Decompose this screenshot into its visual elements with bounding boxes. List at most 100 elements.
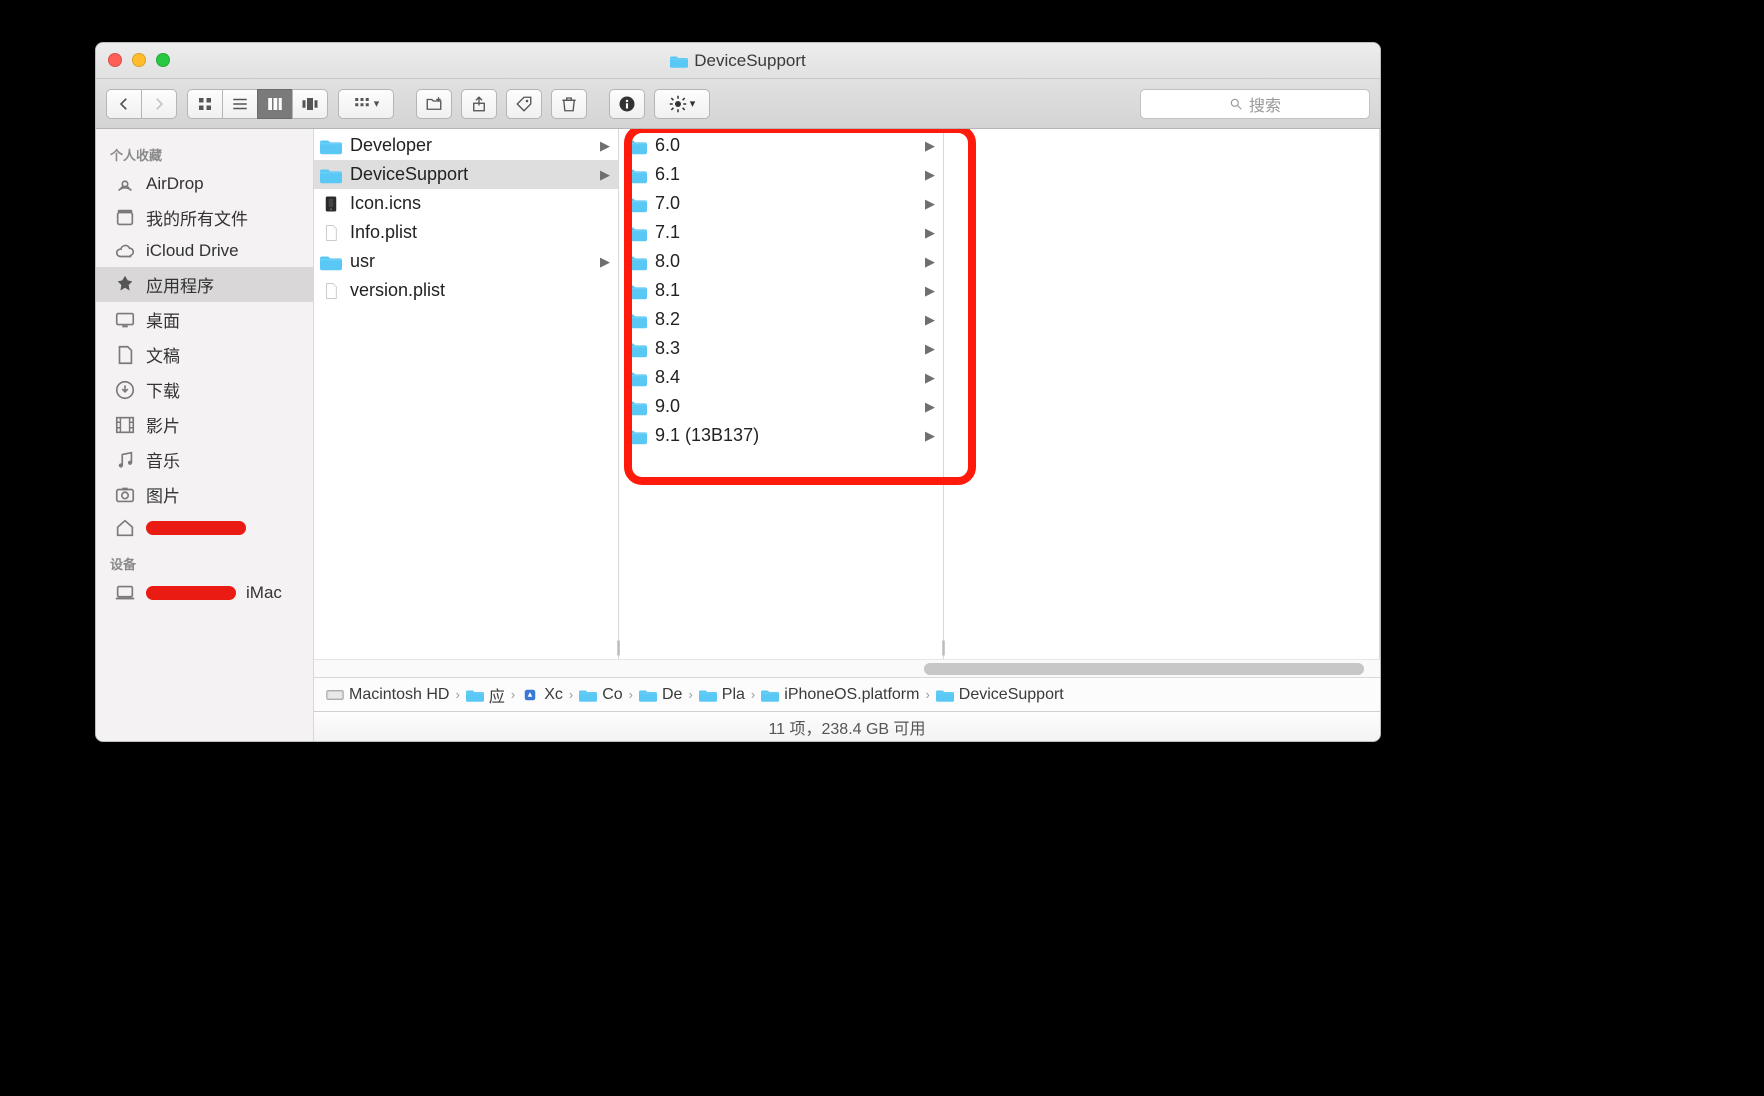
- sidebar-item-music[interactable]: 音乐: [96, 442, 313, 477]
- view-columns-button[interactable]: [257, 89, 293, 119]
- sidebar-item-desktop[interactable]: 桌面: [96, 302, 313, 337]
- tags-button[interactable]: [506, 89, 542, 119]
- search-icon: [1229, 97, 1243, 111]
- column-3[interactable]: [944, 129, 1380, 659]
- list-item[interactable]: version.plist: [314, 276, 618, 305]
- column-2[interactable]: 6.0▶6.1▶7.0▶7.1▶8.0▶8.1▶8.2▶8.3▶8.4▶9.0▶…: [619, 129, 944, 659]
- sidebar-item-all-my-files[interactable]: 我的所有文件: [96, 200, 313, 235]
- search-field[interactable]: 搜索: [1140, 89, 1370, 119]
- list-item[interactable]: 9.0 ▶: [619, 392, 943, 421]
- list-item-label: 9.0: [655, 396, 680, 417]
- list-item[interactable]: 6.0▶: [619, 131, 943, 160]
- view-coverflow-button[interactable]: [292, 89, 328, 119]
- path-segment[interactable]: Macintosh HD: [326, 686, 449, 704]
- folder-icon: [625, 137, 647, 155]
- trash-button[interactable]: [551, 89, 587, 119]
- list-item[interactable]: 7.1▶: [619, 218, 943, 247]
- list-item[interactable]: 7.0 ▶: [619, 189, 943, 218]
- scrollbar-thumb[interactable]: [924, 663, 1364, 675]
- plist-icon: [320, 224, 342, 242]
- sidebar-item-label: iCloud Drive: [146, 241, 239, 261]
- list-item[interactable]: Info.plist: [314, 218, 618, 247]
- column-resize-handle[interactable]: ||: [936, 639, 948, 657]
- list-item[interactable]: 8.0▶: [619, 247, 943, 276]
- folder-icon: [625, 224, 647, 242]
- all-files-icon: [114, 207, 136, 229]
- status-bar: 11 项，238.4 GB 可用: [314, 711, 1380, 741]
- path-segment-label: Co: [602, 686, 622, 704]
- view-list-button[interactable]: [222, 89, 258, 119]
- list-item-label: 6.0: [655, 135, 680, 156]
- columns-view: Developer▶DeviceSupport▶Icon.icnsInfo.pl…: [314, 129, 1380, 659]
- list-item[interactable]: DeviceSupport▶: [314, 160, 618, 189]
- new-folder-button[interactable]: [416, 89, 452, 119]
- list-item[interactable]: 9.1 (13B137)▶: [619, 421, 943, 450]
- sidebar-item-applications[interactable]: 应用程序: [96, 267, 313, 302]
- sidebar-item-documents[interactable]: 文稿: [96, 337, 313, 372]
- list-item-label: 7.1: [655, 222, 680, 243]
- path-segment[interactable]: Xc: [521, 686, 563, 704]
- chevron-right-icon: ›: [688, 687, 692, 702]
- airdrop-icon: [114, 173, 136, 195]
- traffic-lights: [108, 53, 170, 67]
- folder-icon: [625, 195, 647, 213]
- chevron-right-icon: ▶: [925, 428, 935, 444]
- list-item-label: usr: [350, 251, 375, 272]
- folder-icon: [625, 398, 647, 416]
- chevron-right-icon: ›: [511, 687, 515, 702]
- chevron-right-icon: ▶: [925, 283, 935, 299]
- back-button[interactable]: [106, 89, 142, 119]
- chevron-right-icon: ▶: [925, 254, 935, 270]
- sidebar-item-downloads[interactable]: 下载: [96, 372, 313, 407]
- list-item[interactable]: Developer▶: [314, 131, 618, 160]
- list-item[interactable]: 8.3▶: [619, 334, 943, 363]
- minimize-button[interactable]: [132, 53, 146, 67]
- share-button[interactable]: [461, 89, 497, 119]
- path-segment-label: DeviceSupport: [959, 686, 1064, 704]
- sidebar-item-device-imac[interactable]: iMac: [96, 577, 313, 609]
- sidebar-item-pictures[interactable]: 图片: [96, 477, 313, 512]
- chevron-right-icon: ›: [569, 687, 573, 702]
- sidebar-item-label: 下载: [146, 377, 180, 402]
- chevron-right-icon: ▶: [925, 399, 935, 415]
- path-segment[interactable]: Co: [579, 686, 622, 704]
- list-item[interactable]: 6.1▶: [619, 160, 943, 189]
- column-1[interactable]: Developer▶DeviceSupport▶Icon.icnsInfo.pl…: [314, 129, 619, 659]
- list-item[interactable]: Icon.icns: [314, 189, 618, 218]
- path-segment[interactable]: Pla: [699, 686, 745, 704]
- sidebar-item-movies[interactable]: 影片: [96, 407, 313, 442]
- path-segment[interactable]: iPhoneOS.platform: [761, 686, 919, 704]
- hd-icon: [326, 688, 344, 702]
- movies-icon: [114, 414, 136, 436]
- path-segment[interactable]: DeviceSupport: [936, 686, 1064, 704]
- folder-icon: [699, 688, 717, 702]
- titlebar: DeviceSupport: [96, 43, 1380, 79]
- redacted-text: [146, 586, 236, 600]
- maximize-button[interactable]: [156, 53, 170, 67]
- nav-buttons: [106, 89, 177, 119]
- status-text: 11 项，238.4 GB 可用: [768, 715, 925, 739]
- action-button[interactable]: ▾: [654, 89, 710, 119]
- horizontal-scrollbar[interactable]: [314, 659, 1380, 677]
- app-icon: [521, 688, 539, 702]
- list-item[interactable]: usr▶: [314, 247, 618, 276]
- list-item-label: 7.0: [655, 193, 680, 214]
- sidebar-item-home[interactable]: [96, 512, 313, 544]
- path-segment[interactable]: De: [639, 686, 682, 704]
- list-item[interactable]: 8.4▶: [619, 363, 943, 392]
- close-button[interactable]: [108, 53, 122, 67]
- sidebar-item-airdrop[interactable]: AirDrop: [96, 168, 313, 200]
- forward-button[interactable]: [141, 89, 177, 119]
- arrange-button[interactable]: ▾: [338, 89, 394, 119]
- path-segment-label: De: [662, 686, 682, 704]
- folder-icon: [625, 427, 647, 445]
- path-segment[interactable]: 应: [466, 683, 505, 707]
- chevron-right-icon: ▶: [925, 196, 935, 212]
- info-button[interactable]: [609, 89, 645, 119]
- sidebar-item-icloud[interactable]: iCloud Drive: [96, 235, 313, 267]
- view-icons-button[interactable]: [187, 89, 223, 119]
- folder-icon: [320, 166, 342, 184]
- list-item[interactable]: 8.1▶: [619, 276, 943, 305]
- column-resize-handle[interactable]: ||: [611, 639, 623, 657]
- list-item[interactable]: 8.2▶: [619, 305, 943, 334]
